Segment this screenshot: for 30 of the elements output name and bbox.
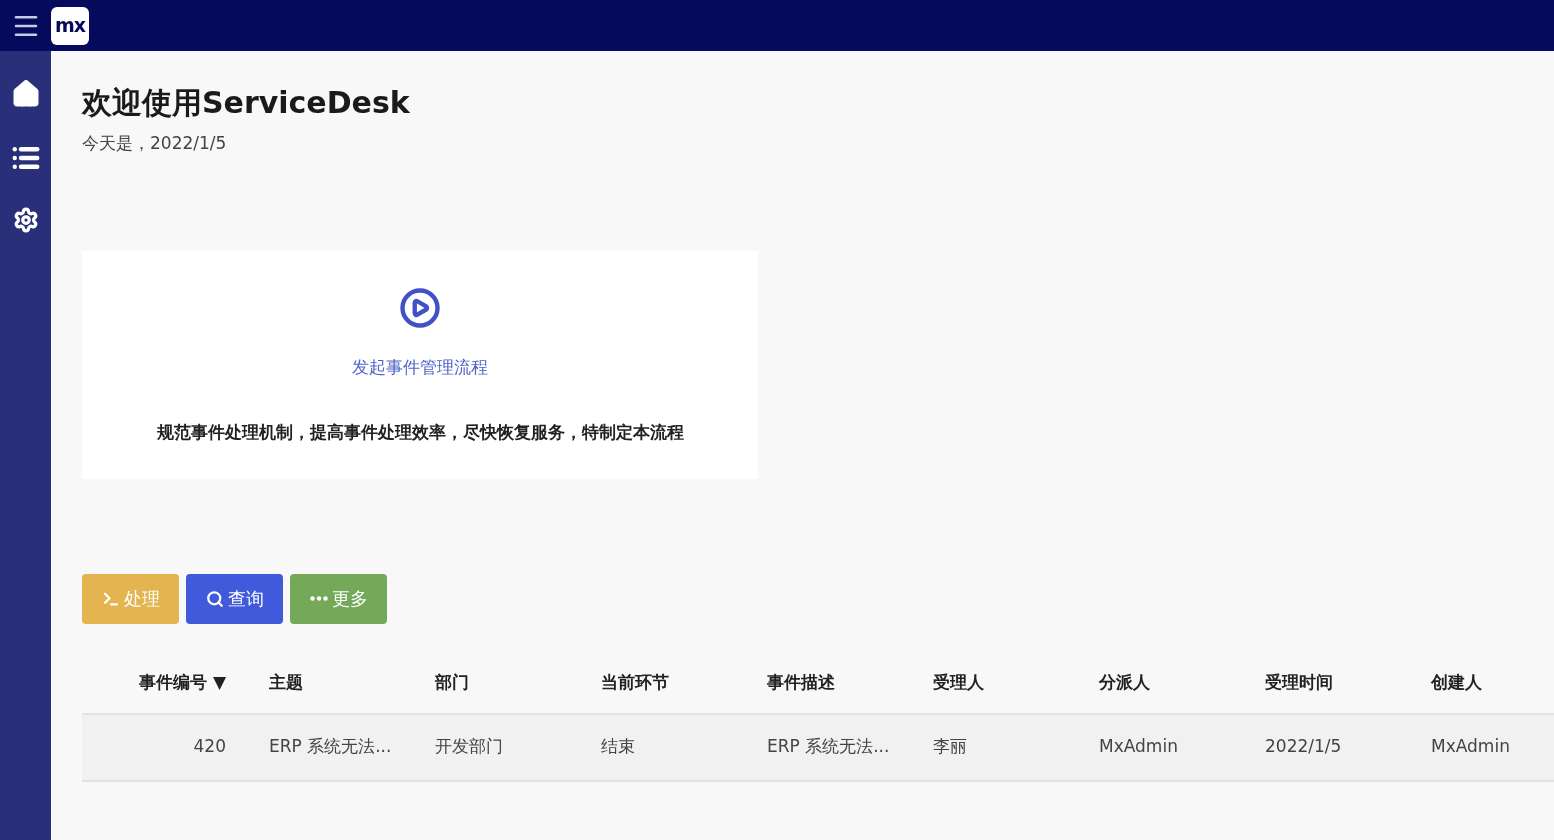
ellipsis-icon — [309, 596, 328, 601]
table-cell-text: 李丽 — [933, 735, 967, 759]
search-icon — [205, 589, 224, 608]
card-description: 规范事件处理机制，提高事件处理效率，尽快恢复服务，特制定本流程 — [156, 421, 684, 444]
play-icon[interactable] — [399, 286, 441, 329]
table-cell-text: MxAdmin — [1099, 735, 1178, 759]
table-cell-text: 结束 — [601, 735, 635, 759]
date-text: 今天是，2022/1/5 — [82, 132, 228, 155]
table-cell-text: 2022/1/5 — [1265, 735, 1342, 759]
action-button[interactable]: 查询 — [186, 573, 283, 624]
logo[interactable]: mx — [51, 6, 89, 45]
column-header[interactable]: 事件描述 — [767, 670, 835, 696]
table-row[interactable]: 420 ERP 系统无法... 开发部门 结束 ERP 系统无法... 李丽 MxAdmin 2022/1/5 MxAdmin — [82, 714, 1554, 782]
settings-icon[interactable] — [12, 207, 39, 233]
column-header[interactable]: 受理人 — [933, 670, 984, 696]
column-header[interactable]: 部门 — [435, 670, 469, 696]
column-header[interactable]: 受理时间 — [1265, 670, 1333, 696]
table-cell-text: MxAdmin — [1431, 735, 1510, 759]
page-title: 欢迎使用ServiceDesk — [82, 84, 411, 122]
column-header[interactable]: 分派人 — [1099, 670, 1150, 696]
table-cell-text: 开发部门 — [435, 735, 503, 759]
column-header[interactable]: 当前环节 — [601, 670, 669, 696]
table-cell-text: ERP 系统无法... — [767, 735, 890, 759]
start-process-link[interactable]: 发起事件管理流程 — [352, 354, 488, 380]
column-header[interactable]: 主题 — [269, 670, 303, 696]
column-header[interactable]: 事件编号 ▼ — [139, 670, 226, 696]
table-cell-text: ERP 系统无法... — [269, 735, 392, 759]
home-icon[interactable] — [10, 79, 41, 109]
table-cell-text: 420 — [193, 735, 226, 759]
column-header[interactable]: 创建人 — [1431, 670, 1482, 696]
